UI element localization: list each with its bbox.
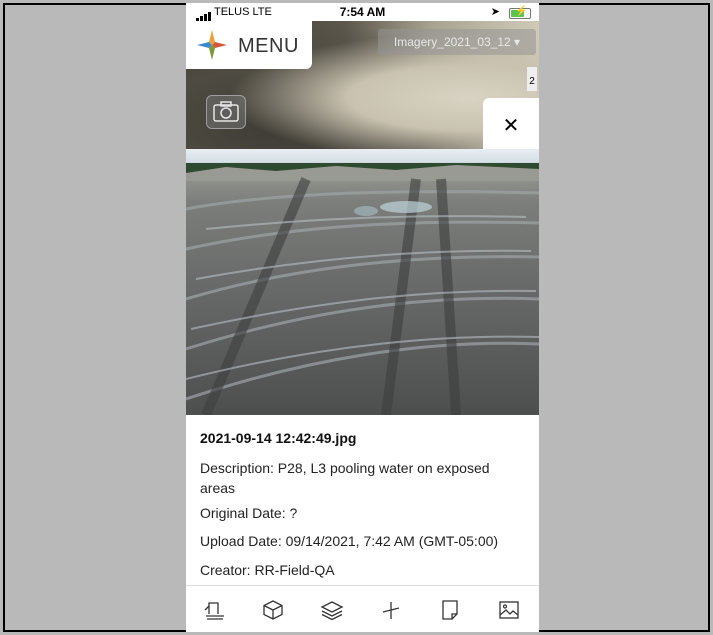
imagery-dropdown[interactable]: Imagery_2021_03_12 ▾ [378,29,536,55]
logo-icon [197,30,227,60]
imagery-label: Imagery_2021_03_12 [393,35,511,49]
layers-icon[interactable] [320,598,344,622]
camera-icon [213,101,239,122]
chevron-down-icon: ▾ [514,35,521,49]
close-icon[interactable]: ✕ [483,98,539,150]
photo-original-date: Original Date: ? [200,505,298,521]
menu-label: MENU [238,35,299,57]
location-icon: ➤ [490,6,500,18]
image-icon[interactable] [497,598,521,622]
survey-icon[interactable] [203,598,227,622]
photo-creator: Creator: RR-Field-QA [200,562,335,578]
map-edge-badge: 2 [527,67,537,91]
camera-button[interactable] [206,95,246,129]
phone-screen: TELUS LTE 7:54 AM ➤ ⚡ MENU Imagery_2021_… [186,3,539,632]
box-icon[interactable] [261,598,285,622]
photo-description: Description: P28, L3 pooling water on ex… [200,460,490,496]
site-photo [186,149,539,415]
status-bar: TELUS LTE 7:54 AM ➤ ⚡ [186,3,539,22]
mud-tracks-image [186,163,539,415]
photo-filename: 2021-09-14 12:42:49.jpg [200,430,357,446]
measure-icon[interactable] [379,598,403,622]
close-tab[interactable]: ✕ [483,98,539,150]
battery-icon: ⚡ [509,6,531,19]
photo-upload-date: Upload Date: 09/14/2021, 7:42 AM (GMT-05… [200,533,499,549]
document-icon[interactable] [438,598,462,622]
clock: 7:54 AM [339,5,386,19]
bottom-toolbar [186,585,539,632]
photo-info-panel: 2021-09-14 12:42:49.jpg Description: P28… [186,415,539,583]
menu-button[interactable]: MENU [186,21,312,69]
